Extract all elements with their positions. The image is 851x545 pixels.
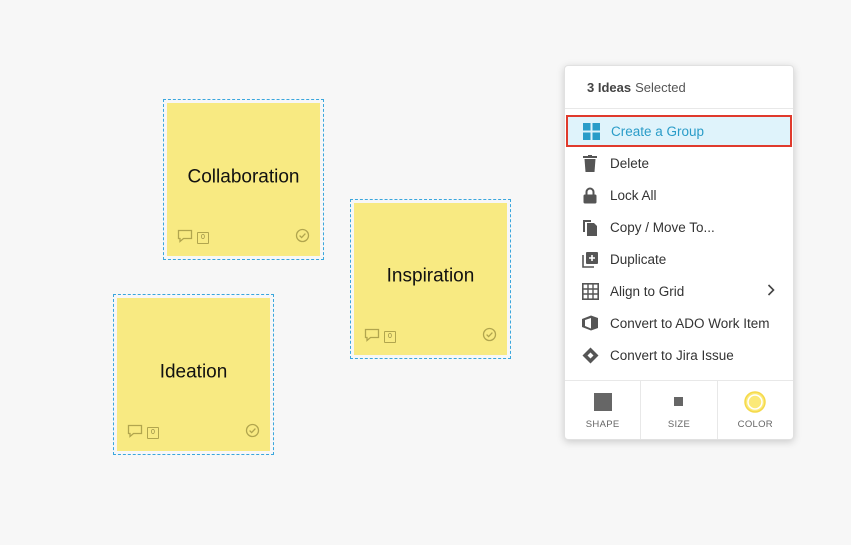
trash-icon <box>581 154 599 172</box>
menu-item-label: Duplicate <box>610 251 667 267</box>
comment-count: 0 <box>384 331 396 343</box>
whiteboard-canvas[interactable]: Collaboration 0 Inspiration 0 Ideation 0… <box>0 0 851 545</box>
sticky-note[interactable]: Inspiration 0 <box>354 203 507 355</box>
check-circle-icon[interactable] <box>482 327 497 347</box>
comment-count: 0 <box>197 232 209 244</box>
selection-context-menu: 3 Ideas Selected Create a Group Delete L… <box>564 65 794 440</box>
convert-ado-item[interactable]: Convert to ADO Work Item <box>565 307 793 339</box>
convert-jira-item[interactable]: Convert to Jira Issue <box>565 339 793 371</box>
sticky-note[interactable]: Ideation 0 <box>117 298 270 451</box>
menu-header: 3 Ideas Selected <box>565 66 793 109</box>
sticky-note-text: Collaboration <box>187 165 300 187</box>
chevron-right-icon <box>767 284 775 299</box>
grid-icon <box>581 282 599 300</box>
sticky-note-selection[interactable]: Ideation 0 <box>113 294 274 455</box>
duplicate-icon <box>581 250 599 268</box>
jira-icon <box>581 346 599 364</box>
square-icon <box>593 391 612 413</box>
comment-count: 0 <box>147 427 159 439</box>
menu-item-label: Lock All <box>610 187 657 203</box>
sticky-note-selection[interactable]: Collaboration 0 <box>163 99 324 260</box>
copy-icon <box>581 218 599 236</box>
menu-item-label: Convert to ADO Work Item <box>610 315 770 331</box>
group-grid-icon <box>582 122 600 140</box>
check-circle-icon[interactable] <box>295 228 310 248</box>
size-option[interactable]: SIZE <box>641 381 718 439</box>
duplicate-item[interactable]: Duplicate <box>565 243 793 275</box>
create-group-item[interactable]: Create a Group <box>566 115 792 147</box>
comment-icon[interactable] <box>364 328 380 347</box>
small-square-icon <box>674 391 684 413</box>
menu-list: Create a Group Delete Lock All Copy / Mo… <box>565 109 793 371</box>
comment-icon[interactable] <box>177 229 193 248</box>
copy-move-item[interactable]: Copy / Move To... <box>565 211 793 243</box>
shape-label: SHAPE <box>585 418 620 430</box>
shape-option[interactable]: SHAPE <box>565 381 642 439</box>
color-option[interactable]: COLOR <box>718 381 793 439</box>
lock-all-item[interactable]: Lock All <box>565 179 793 211</box>
menu-item-label: Convert to Jira Issue <box>610 347 734 363</box>
menu-item-label: Delete <box>610 155 650 171</box>
selected-label: Selected <box>635 79 686 95</box>
comment-icon[interactable] <box>127 424 143 443</box>
menu-footer: SHAPE SIZE COLOR <box>565 380 793 439</box>
menu-item-label: Copy / Move To... <box>610 219 715 235</box>
menu-item-label: Align to Grid <box>610 283 685 299</box>
lock-icon <box>581 186 599 204</box>
color-circle-icon <box>744 390 767 413</box>
sticky-note-text: Inspiration <box>386 265 475 287</box>
delete-item[interactable]: Delete <box>565 147 793 179</box>
size-label: SIZE <box>667 418 691 430</box>
color-label: COLOR <box>737 418 773 430</box>
align-to-grid-item[interactable]: Align to Grid <box>565 275 793 307</box>
check-circle-icon[interactable] <box>245 423 260 443</box>
sticky-note-text: Ideation <box>159 360 228 382</box>
ado-icon <box>581 314 599 332</box>
selected-count: 3 Ideas <box>587 79 632 95</box>
sticky-note[interactable]: Collaboration 0 <box>167 103 320 256</box>
sticky-note-selection[interactable]: Inspiration 0 <box>350 199 511 359</box>
menu-item-label: Create a Group <box>611 123 705 139</box>
